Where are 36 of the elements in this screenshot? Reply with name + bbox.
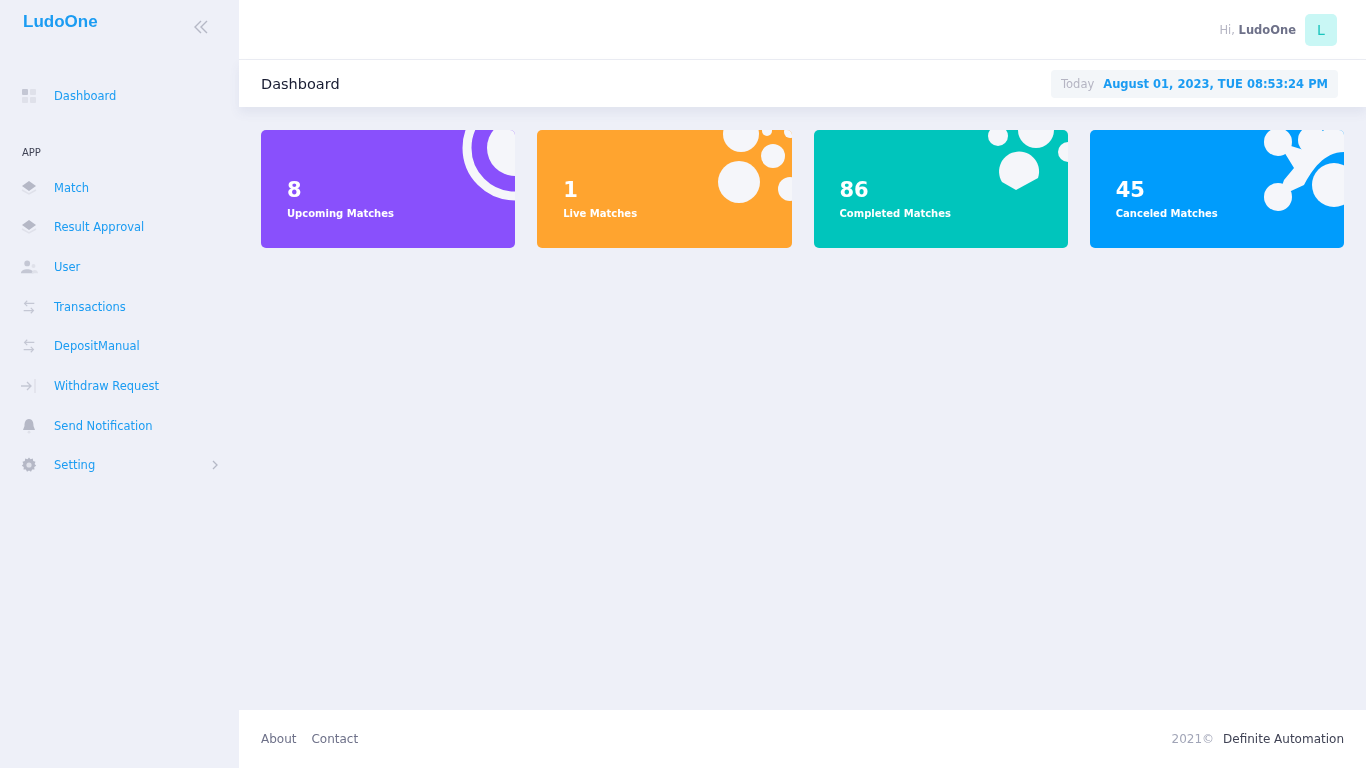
avatar[interactable]: L	[1305, 13, 1337, 46]
sidebar-item[interactable]: Dashboard	[20, 76, 239, 116]
date-text: August 01, 2023, TUE 08:53:24 PM	[1103, 76, 1328, 91]
stat-value: 1	[563, 177, 579, 202]
layers-icon	[20, 179, 38, 196]
users-icon	[20, 258, 38, 275]
arrow-to-bar-icon	[20, 377, 38, 394]
logo[interactable]: LudoOne	[23, 12, 98, 32]
sidebar-item[interactable]: Transactions	[20, 286, 239, 327]
sidebar-item[interactable]: DepositManual	[20, 326, 239, 367]
settings-icon	[20, 457, 38, 474]
page-title: Dashboard	[261, 75, 340, 92]
stat-label: Canceled Matches	[1115, 207, 1218, 219]
stat-value: 8	[287, 177, 303, 202]
bell-icon	[20, 417, 38, 434]
greeting-text: Hi, LudoOne	[1219, 22, 1296, 37]
footer-link[interactable]: About	[261, 732, 297, 746]
layers-icon	[20, 219, 38, 236]
stat-value: 45	[1115, 177, 1146, 202]
stat-label: Upcoming Matches	[287, 207, 394, 219]
stat-label: Completed Matches	[839, 207, 951, 219]
stat-label: Live Matches	[563, 207, 638, 219]
sidebar-item[interactable]: Match	[20, 167, 239, 208]
section-heading: APP	[21, 145, 42, 160]
company-link[interactable]: Definite Automation	[1223, 732, 1344, 746]
stat-value: 86	[839, 177, 870, 202]
footer-link[interactable]: Contact	[311, 732, 359, 746]
grid-icon	[20, 87, 38, 104]
sidebar-item[interactable]: User	[20, 247, 239, 287]
date-label: Today	[1061, 76, 1095, 91]
sidebar-item[interactable]: Send Notification	[20, 405, 239, 446]
sidebar-item[interactable]: Result Approval	[20, 207, 239, 248]
sidebar-item[interactable]: Withdraw Request	[20, 366, 239, 406]
double-chevron-left-icon[interactable]	[193, 20, 209, 34]
copyright-year: 2021©	[1171, 732, 1215, 746]
sidebar-item[interactable]: Setting	[20, 445, 239, 486]
